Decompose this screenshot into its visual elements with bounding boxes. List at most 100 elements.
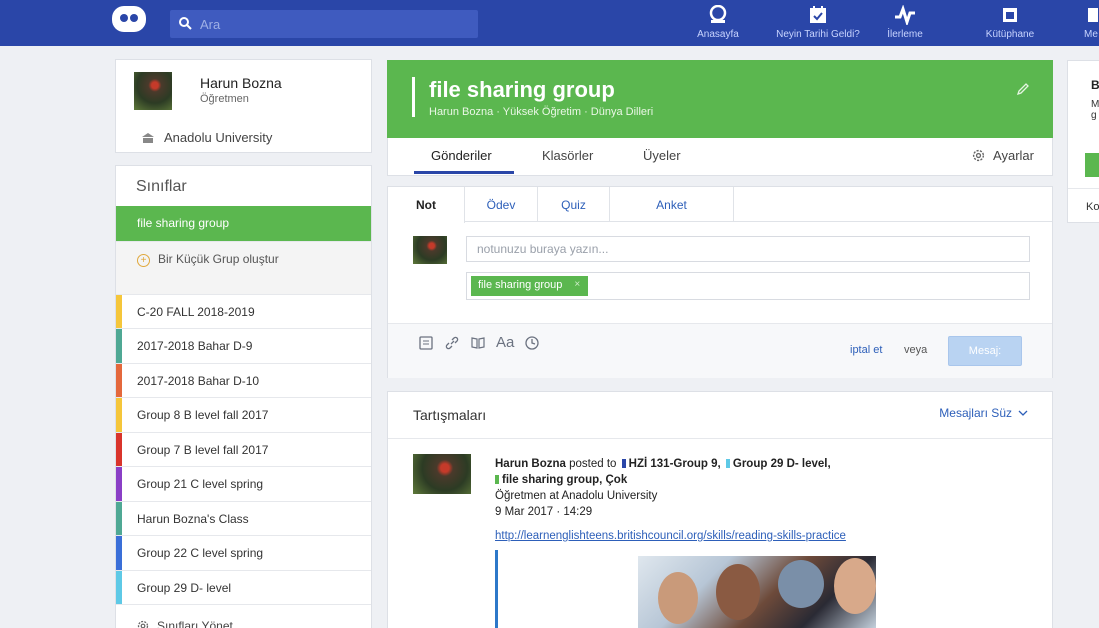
logo[interactable]	[112, 6, 146, 32]
nav-library[interactable]: Kütüphane	[980, 4, 1040, 40]
tab-posts[interactable]: Gönderiler	[431, 148, 492, 163]
post-author[interactable]: Harun Bozna	[495, 458, 566, 470]
class-color-bar	[116, 329, 122, 363]
profile-role: Öğretmen	[200, 93, 249, 105]
nav-messages[interactable]: Me	[1084, 4, 1099, 40]
settings-button[interactable]: Ayarlar	[972, 148, 1034, 163]
create-small-group-button[interactable]: + Bir Küçük Grup oluştur	[116, 240, 371, 294]
right-card-text-1: M	[1091, 99, 1099, 110]
class-item[interactable]: Group 22 C level spring	[116, 535, 371, 570]
cancel-link[interactable]: iptal et	[850, 344, 882, 356]
class-item[interactable]: 2017-2018 Bahar D-10	[116, 362, 371, 397]
class-color-bar	[116, 363, 122, 397]
manage-classes-link[interactable]: Sınıfları Yönet	[116, 604, 371, 628]
post-group-3[interactable]: file sharing group, Çok	[502, 474, 627, 486]
class-item-label: 2017-2018 Bahar D-10	[137, 373, 260, 388]
class-color-bar	[116, 467, 122, 501]
nav-home[interactable]: Anasayfa	[690, 4, 746, 40]
post-avatar[interactable]	[413, 454, 471, 494]
tab-poll[interactable]: Anket	[610, 187, 734, 222]
remove-recipient-icon[interactable]: ×	[574, 279, 580, 296]
right-card-button[interactable]	[1085, 153, 1099, 177]
text-format-icon[interactable]: Aa	[496, 334, 514, 351]
recipients-field[interactable]: file sharing group ×	[466, 272, 1030, 300]
active-tab-indicator	[414, 171, 514, 174]
link-icon[interactable]	[444, 335, 460, 351]
post-author-meta: Öğretmen at Anadolu University	[495, 490, 658, 502]
class-color-bar	[116, 398, 122, 432]
plus-icon: +	[137, 253, 150, 267]
messages-icon	[1084, 4, 1099, 26]
post-group-1[interactable]: HZİ 131-Group 9,	[629, 458, 721, 470]
tab-members[interactable]: Üyeler	[643, 148, 681, 163]
photo-person	[716, 564, 760, 620]
gear-icon	[972, 149, 985, 162]
class-color-bar	[116, 432, 122, 466]
send-button[interactable]: Mesaj:	[948, 336, 1022, 366]
right-card-footer[interactable]: Ko	[1086, 201, 1099, 213]
class-item[interactable]: Group 7 B level fall 2017	[116, 431, 371, 466]
library-book-icon[interactable]	[470, 335, 486, 351]
pencil-icon[interactable]	[1015, 81, 1031, 97]
tab-quiz[interactable]: Quiz	[538, 187, 610, 222]
post-link[interactable]: http://learnenglishteens.britishcouncil.…	[495, 530, 846, 542]
create-small-group-label: Bir Küçük Grup oluştur	[158, 251, 279, 266]
right-side-card: B Mg Ko	[1067, 60, 1099, 223]
group-color-dot	[495, 475, 499, 484]
class-item[interactable]: Group 29 D- level	[116, 569, 371, 604]
link-preview-image[interactable]	[638, 556, 876, 628]
photo-person	[778, 560, 824, 608]
tab-note[interactable]: Not	[388, 187, 465, 223]
profile-card: Harun Bozna Öğretmen Anadolu University	[115, 59, 372, 153]
search-icon	[179, 17, 192, 30]
class-item-label: Group 7 B level fall 2017	[137, 442, 269, 457]
clock-icon[interactable]	[524, 335, 540, 351]
avatar	[413, 236, 447, 264]
recipient-chip[interactable]: file sharing group ×	[471, 276, 589, 296]
composer-tabs: Not Ödev Quiz Anket	[388, 187, 1052, 223]
post-date: 9 Mar 2017 · 14:29	[495, 506, 593, 518]
class-item-label: Group 29 D- level	[137, 580, 232, 595]
class-color-bar	[116, 501, 122, 535]
divider	[1068, 188, 1099, 189]
composer-footer: Aa iptal et veya Mesaj:	[388, 323, 1052, 378]
class-item[interactable]: 2017-2018 Bahar D-9	[116, 328, 371, 363]
posted-to-text: posted to	[569, 458, 617, 470]
nav-due[interactable]: Neyin Tarihi Geldi?	[762, 4, 874, 40]
class-item-label: Group 21 C level spring	[137, 477, 264, 491]
home-icon	[690, 4, 746, 26]
class-item-active[interactable]: file sharing group	[116, 206, 371, 241]
group-color-dot	[621, 459, 626, 468]
nav-home-label: Anasayfa	[697, 29, 739, 40]
file-icon[interactable]	[418, 335, 434, 351]
library-icon	[980, 4, 1040, 26]
class-item[interactable]: Group 21 C level spring	[116, 466, 371, 501]
photo-person	[834, 558, 876, 614]
tab-assignment[interactable]: Ödev	[465, 187, 538, 222]
photo-person	[658, 572, 698, 624]
class-item-label: C-20 FALL 2018-2019	[137, 304, 255, 319]
school-link[interactable]: Anadolu University	[142, 130, 272, 145]
discussions-panel: Tartışmaları Mesajları Süz Harun Bozna p…	[387, 391, 1053, 628]
group-title: file sharing group	[429, 77, 615, 102]
nav-progress[interactable]: İlerleme	[880, 4, 930, 40]
avatar[interactable]	[134, 72, 172, 110]
class-item-label: 2017-2018 Bahar D-9	[137, 339, 253, 353]
post-group-2[interactable]: Group 29 D- level,	[733, 458, 831, 470]
search-box[interactable]	[170, 10, 478, 38]
class-item[interactable]: Group 8 B level fall 2017	[116, 397, 371, 432]
tab-folders[interactable]: Klasörler	[542, 148, 593, 163]
right-card-title: B	[1091, 78, 1099, 92]
title-accent-bar	[412, 77, 415, 117]
group-subtitle: Harun Bozna · Yüksek Öğretim · Dünya Dil…	[429, 106, 654, 118]
filter-messages-dropdown[interactable]: Mesajları Süz	[939, 406, 1028, 420]
discussions-title: Tartışmaları	[413, 407, 487, 423]
top-navigation-bar: Anasayfa Neyin Tarihi Geldi? İlerleme Kü…	[0, 0, 1099, 46]
note-input[interactable]	[466, 236, 1030, 262]
search-input[interactable]	[200, 14, 470, 34]
class-item[interactable]: Harun Bozna's Class	[116, 500, 371, 535]
profile-name[interactable]: Harun Bozna	[200, 75, 282, 91]
class-color-bar	[116, 570, 122, 604]
class-item[interactable]: C-20 FALL 2018-2019	[116, 293, 371, 328]
chevron-down-icon	[1018, 410, 1028, 416]
